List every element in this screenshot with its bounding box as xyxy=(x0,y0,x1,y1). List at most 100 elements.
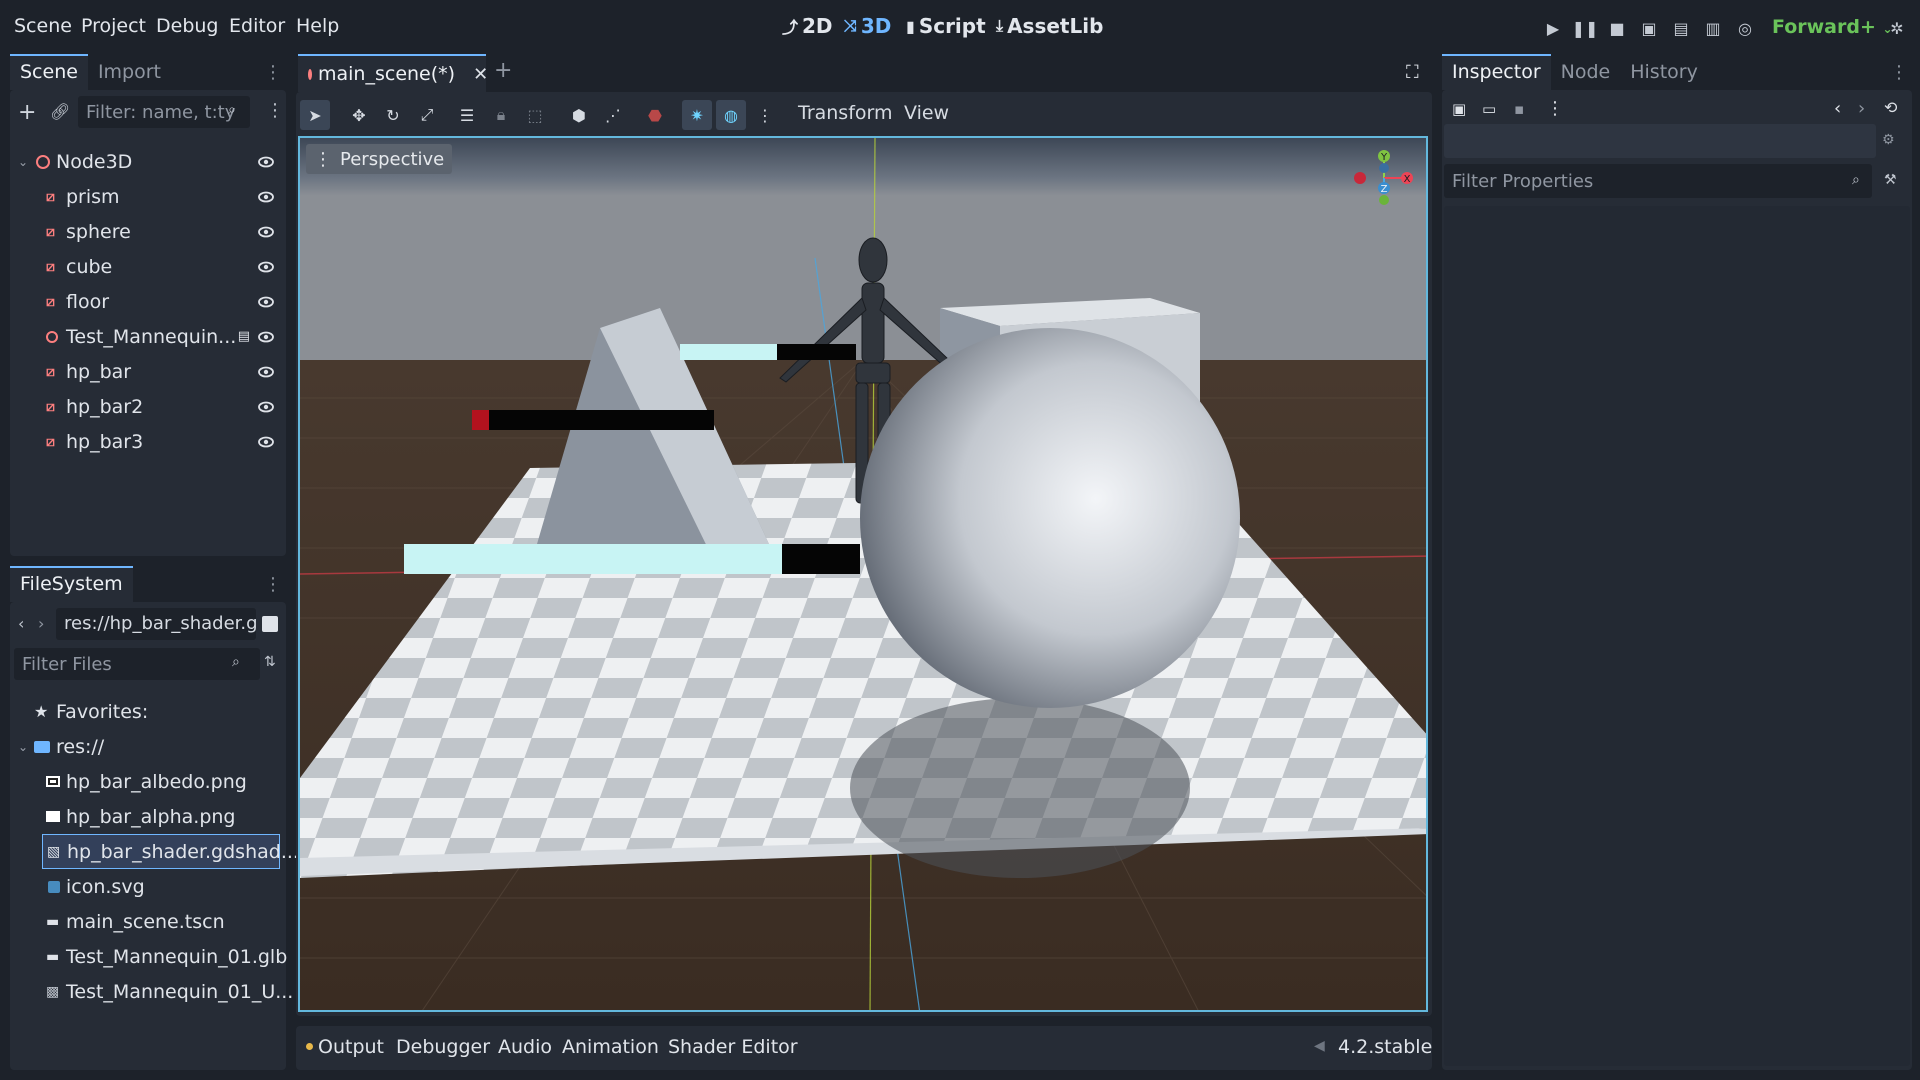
scale-tool-icon[interactable]: ⤢ xyxy=(412,100,442,130)
play-icon[interactable]: ▶ xyxy=(1540,16,1566,40)
more-options-icon[interactable]: ⋮ xyxy=(1546,98,1564,119)
history-forward-icon[interactable]: › xyxy=(1858,98,1865,119)
workspace-3d-button[interactable]: ⤨ 3D xyxy=(844,14,891,38)
group-icon[interactable]: ⬚ xyxy=(520,100,550,130)
pause-icon[interactable]: ❚❚ xyxy=(1572,16,1599,40)
menu-editor[interactable]: Editor xyxy=(229,15,285,37)
menu-project[interactable]: Project xyxy=(81,15,146,37)
open-folder-icon[interactable]: ▭ xyxy=(1482,100,1496,118)
tab-node[interactable]: Node xyxy=(1551,54,1621,90)
file-row[interactable]: ▬ main_scene.tscn xyxy=(10,904,286,939)
add-tab-icon[interactable]: + xyxy=(494,58,512,83)
renderer-select[interactable]: Forward+ ⌄ xyxy=(1772,16,1893,38)
perspective-menu-button[interactable]: ⋮ Perspective xyxy=(306,144,453,174)
sort-icon[interactable]: ⇅ xyxy=(264,654,276,670)
file-row[interactable]: icon.svg xyxy=(10,869,286,904)
file-row[interactable]: ▬ Test_Mannequin_01.glb xyxy=(10,939,287,974)
tab-main-scene[interactable]: main_scene(*) ✕ xyxy=(298,54,488,92)
movie-maker-icon[interactable]: ◎ xyxy=(1732,16,1758,40)
tab-debugger[interactable]: Debugger xyxy=(396,1036,490,1058)
stop-icon[interactable]: ■ xyxy=(1604,16,1630,40)
file-row[interactable]: hp_bar_albedo.png xyxy=(10,764,286,799)
tab-filesystem[interactable]: FileSystem xyxy=(10,566,133,602)
dock-menu-icon[interactable]: ⋮ xyxy=(1890,62,1908,83)
tab-history[interactable]: History xyxy=(1620,54,1708,90)
collapse-arrow-icon[interactable]: ⌄ xyxy=(18,155,28,169)
file-filter-input[interactable] xyxy=(14,648,260,680)
snap-icon[interactable]: ⋰ xyxy=(598,100,628,130)
inspector-settings-icon[interactable]: ⚒︎ xyxy=(1884,172,1897,188)
tab-output[interactable]: Output xyxy=(318,1036,384,1058)
tree-item-floor[interactable]: ⧄ floor xyxy=(10,284,286,319)
tree-item-sphere[interactable]: ⧄ sphere xyxy=(10,214,286,249)
property-filter-input[interactable] xyxy=(1444,164,1872,198)
visibility-eye-icon[interactable] xyxy=(258,189,274,205)
world-preview-icon[interactable]: ◍ xyxy=(716,100,746,130)
workspace-assetlib-button[interactable]: ⤓ AssetLib xyxy=(996,14,1103,38)
list-select-icon[interactable]: ☰ xyxy=(452,100,482,130)
notification-icon[interactable]: ◀ xyxy=(1314,1038,1325,1054)
open-scene-icon[interactable]: ▤ xyxy=(238,329,250,344)
local-space-icon[interactable]: ⬢ xyxy=(564,100,594,130)
tree-item-node3d[interactable]: ⌄ Node3D xyxy=(10,144,286,179)
more-options-icon[interactable]: ⋮ xyxy=(750,100,780,130)
file-row[interactable]: ▩ Test_Mannequin_01_U... xyxy=(10,974,293,1009)
menu-debug[interactable]: Debug xyxy=(156,15,218,37)
visibility-eye-icon[interactable] xyxy=(258,399,274,415)
lock-icon[interactable]: 🔒︎ xyxy=(486,100,516,130)
view-gizmo[interactable]: Y X Z xyxy=(1350,148,1420,208)
3d-viewport[interactable]: ⋮ Perspective Y X Z xyxy=(298,136,1428,1012)
tree-item-cube[interactable]: ⧄ cube xyxy=(10,249,286,284)
close-icon[interactable]: ✕ xyxy=(473,64,488,85)
dock-menu-icon[interactable]: ⋮ xyxy=(264,62,282,83)
history-back-icon[interactable]: ‹ xyxy=(1834,98,1841,119)
workspace-2d-button[interactable]: ⤴ 2D xyxy=(782,14,833,38)
collapse-arrow-icon[interactable]: ⌄ xyxy=(18,740,28,754)
distraction-free-icon[interactable]: ⛶ xyxy=(1406,62,1419,83)
play-scene-icon[interactable]: ▤ xyxy=(1668,16,1694,40)
view-menu[interactable]: View xyxy=(904,102,949,124)
rotate-tool-icon[interactable]: ↻ xyxy=(378,100,408,130)
object-selector[interactable] xyxy=(1444,124,1876,158)
scene-menu-icon[interactable]: ⋮ xyxy=(266,100,284,121)
menu-help[interactable]: Help xyxy=(296,15,339,37)
play-custom-scene-icon[interactable]: ▥ xyxy=(1700,16,1726,40)
visibility-eye-icon[interactable] xyxy=(258,224,274,240)
file-row-selected[interactable]: ▧ hp_bar_shader.gdshad... xyxy=(42,834,299,869)
sun-preview-icon[interactable]: ⬣ xyxy=(640,100,670,130)
tab-shader-editor[interactable]: Shader Editor xyxy=(668,1036,798,1058)
new-resource-icon[interactable]: ▣ xyxy=(1452,100,1466,118)
transform-menu[interactable]: Transform xyxy=(798,102,893,124)
select-tool-icon[interactable]: ➤ xyxy=(300,100,330,130)
move-tool-icon[interactable]: ✥ xyxy=(344,100,374,130)
tree-item-hp-bar[interactable]: ⧄ hp_bar xyxy=(10,354,286,389)
tab-inspector[interactable]: Inspector xyxy=(1442,54,1551,90)
tree-item-prism[interactable]: ⧄ prism xyxy=(10,179,286,214)
tab-scene[interactable]: Scene xyxy=(10,54,88,90)
object-properties-icon[interactable]: ⚙︎ xyxy=(1882,132,1895,148)
link-icon[interactable]: 🔗︎ xyxy=(50,102,70,121)
recent-history-icon[interactable]: ⟲ xyxy=(1884,98,1897,117)
add-node-icon[interactable]: + xyxy=(18,100,36,125)
file-row[interactable]: hp_bar_alpha.png xyxy=(10,799,286,834)
path-field[interactable]: res://hp_bar_shader.g xyxy=(56,608,256,640)
folder-res-row[interactable]: ⌄ res:// xyxy=(10,729,286,764)
forward-arrow-icon[interactable]: › xyxy=(38,614,44,633)
visibility-eye-icon[interactable] xyxy=(258,154,274,170)
scene-filter-input[interactable] xyxy=(78,96,250,128)
favorites-row[interactable]: ★ Favorites: xyxy=(10,694,286,729)
tree-item-hp-bar3[interactable]: ⧄ hp_bar3 xyxy=(10,424,286,459)
environment-preview-icon[interactable]: ✷ xyxy=(682,100,712,130)
remote-debug-icon[interactable]: ▣ xyxy=(1636,16,1662,40)
dock-menu-icon[interactable]: ⋮ xyxy=(264,574,282,595)
visibility-eye-icon[interactable] xyxy=(258,364,274,380)
menu-scene[interactable]: Scene xyxy=(14,15,72,37)
split-view-icon[interactable] xyxy=(262,616,278,632)
tree-item-test-mannequin[interactable]: Test_Mannequin... ▤ xyxy=(10,319,286,354)
save-icon[interactable]: ▪ xyxy=(1514,100,1524,118)
back-arrow-icon[interactable]: ‹ xyxy=(18,614,24,633)
tree-item-hp-bar2[interactable]: ⧄ hp_bar2 xyxy=(10,389,286,424)
visibility-eye-icon[interactable] xyxy=(258,294,274,310)
tab-import[interactable]: Import xyxy=(88,54,171,90)
workspace-script-button[interactable]: ▮ Script xyxy=(906,14,986,38)
